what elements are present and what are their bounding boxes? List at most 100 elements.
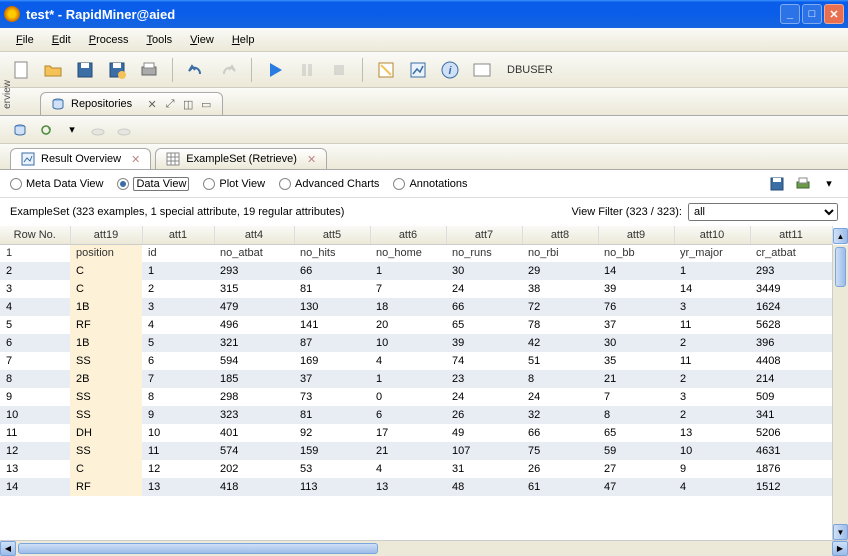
menu-edit[interactable]: Edit: [44, 32, 79, 48]
tab-close-icon[interactable]: ✕: [307, 153, 316, 166]
menu-help[interactable]: Help: [224, 32, 263, 48]
table-cell: 6: [370, 406, 446, 424]
table-cell: 18: [370, 298, 446, 316]
table-cell: id: [142, 244, 214, 262]
column-header[interactable]: att6: [370, 226, 446, 244]
column-header[interactable]: att7: [446, 226, 522, 244]
open-icon[interactable]: [40, 57, 66, 83]
column-header[interactable]: att10: [674, 226, 750, 244]
repositories-tab[interactable]: Repositories ✕ ⤢ ◫ ▭: [40, 92, 223, 115]
print-data-icon[interactable]: [794, 175, 812, 193]
view-filter-select[interactable]: all: [688, 203, 838, 221]
menu-process[interactable]: Process: [81, 32, 137, 48]
radio-annotations[interactable]: Annotations: [393, 177, 467, 191]
new-icon[interactable]: [8, 57, 34, 83]
tab-result-overview[interactable]: Result Overview ✕: [10, 148, 151, 169]
undo-icon[interactable]: [183, 57, 209, 83]
table-cell: 1B: [70, 298, 142, 316]
tab-dock-icon[interactable]: ◫: [182, 98, 194, 110]
table-cell: 2: [142, 280, 214, 298]
vertical-scrollbar[interactable]: ▲ ▼: [832, 245, 848, 540]
info-icon[interactable]: i: [437, 57, 463, 83]
table-row[interactable]: 41B34791301866727631624: [0, 298, 832, 316]
tab-expand-icon[interactable]: ⤢: [164, 98, 176, 110]
play-icon[interactable]: [262, 57, 288, 83]
table-cell: 479: [214, 298, 294, 316]
table-cell: 4408: [750, 352, 832, 370]
table-row[interactable]: 11DH104019217496665135206: [0, 424, 832, 442]
pause-icon[interactable]: [294, 57, 320, 83]
table-cell: 24: [446, 280, 522, 298]
table-row[interactable]: 12SS11574159211077559104631: [0, 442, 832, 460]
horizontal-scrollbar[interactable]: ◀ ▶: [0, 540, 848, 556]
redo-icon[interactable]: [215, 57, 241, 83]
table-cell: 418: [214, 478, 294, 496]
refresh-icon[interactable]: [38, 122, 54, 138]
tab-close-icon[interactable]: ✕: [131, 153, 140, 166]
table-row[interactable]: 3C2315817243839143449: [0, 280, 832, 298]
tab-exampleset[interactable]: ExampleSet (Retrieve) ✕: [155, 148, 327, 169]
close-button[interactable]: ✕: [824, 4, 844, 24]
table-row[interactable]: 7SS65941694745135114408: [0, 352, 832, 370]
table-cell: 65: [598, 424, 674, 442]
table-cell: 51: [522, 352, 598, 370]
column-header[interactable]: Row No.: [0, 226, 70, 244]
table-row[interactable]: 82B7185371238212214: [0, 370, 832, 388]
vertical-scroll-thumb[interactable]: [835, 247, 846, 287]
table-cell: 9: [674, 460, 750, 478]
minimize-button[interactable]: _: [780, 4, 800, 24]
scroll-down-icon[interactable]: ▼: [833, 524, 848, 540]
table-row[interactable]: 14RF134181131348614741512: [0, 478, 832, 496]
scroll-up-icon[interactable]: ▲: [833, 228, 848, 244]
table-cell: 92: [294, 424, 370, 442]
column-header[interactable]: att9: [598, 226, 674, 244]
cloud-up-icon[interactable]: [90, 122, 106, 138]
column-header[interactable]: att11: [750, 226, 832, 244]
radio-meta-data-view[interactable]: Meta Data View: [10, 177, 103, 191]
maximize-button[interactable]: □: [802, 4, 822, 24]
save-data-icon[interactable]: [768, 175, 786, 193]
table-row[interactable]: 2C12936613029141293: [0, 262, 832, 280]
table-cell: 9: [0, 388, 70, 406]
dropdown-icon[interactable]: ▾: [64, 122, 80, 138]
table-row[interactable]: 61B532187103942302396: [0, 334, 832, 352]
cloud-down-icon[interactable]: [116, 122, 132, 138]
table-cell: no_home: [370, 244, 446, 262]
menu-tools[interactable]: Tools: [138, 32, 180, 48]
design-view-icon[interactable]: [373, 57, 399, 83]
print-icon[interactable]: [136, 57, 162, 83]
horizontal-scroll-thumb[interactable]: [18, 543, 378, 554]
table-cell: 10: [370, 334, 446, 352]
table-row[interactable]: 10SS9323816263282341: [0, 406, 832, 424]
table-cell: 11: [674, 316, 750, 334]
print-dropdown-icon[interactable]: ▾: [820, 175, 838, 193]
save-as-icon[interactable]: [104, 57, 130, 83]
stop-icon[interactable]: [326, 57, 352, 83]
table-row[interactable]: 13C1220253431262791876: [0, 460, 832, 478]
column-header[interactable]: att8: [522, 226, 598, 244]
results-view-icon[interactable]: [405, 57, 431, 83]
scroll-left-icon[interactable]: ◀: [0, 541, 16, 556]
radio-advanced-charts[interactable]: Advanced Charts: [279, 177, 379, 191]
radio-data-view[interactable]: Data View: [117, 177, 189, 191]
table-row[interactable]: 1positionidno_atbatno_hitsno_homeno_runs…: [0, 244, 832, 262]
radio-plot-view[interactable]: Plot View: [203, 177, 265, 191]
table-cell: 298: [214, 388, 294, 406]
menu-file[interactable]: File: [8, 32, 42, 48]
column-header[interactable]: att1: [142, 226, 214, 244]
save-icon[interactable]: [72, 57, 98, 83]
column-header[interactable]: att5: [294, 226, 370, 244]
column-header[interactable]: att4: [214, 226, 294, 244]
column-header[interactable]: att19: [70, 226, 142, 244]
table-cell: 2B: [70, 370, 142, 388]
db-add-icon[interactable]: [12, 122, 28, 138]
screen-icon[interactable]: [469, 57, 495, 83]
tab-close-icon[interactable]: ✕: [146, 98, 158, 110]
menu-view[interactable]: View: [182, 32, 222, 48]
tab-detach-icon[interactable]: ▭: [200, 98, 212, 110]
table-row[interactable]: 5RF449614120657837115628: [0, 316, 832, 334]
table-row[interactable]: 9SS8298730242473509: [0, 388, 832, 406]
table-cell: 8: [142, 388, 214, 406]
table-cell: 53: [294, 460, 370, 478]
scroll-right-icon[interactable]: ▶: [832, 541, 848, 556]
